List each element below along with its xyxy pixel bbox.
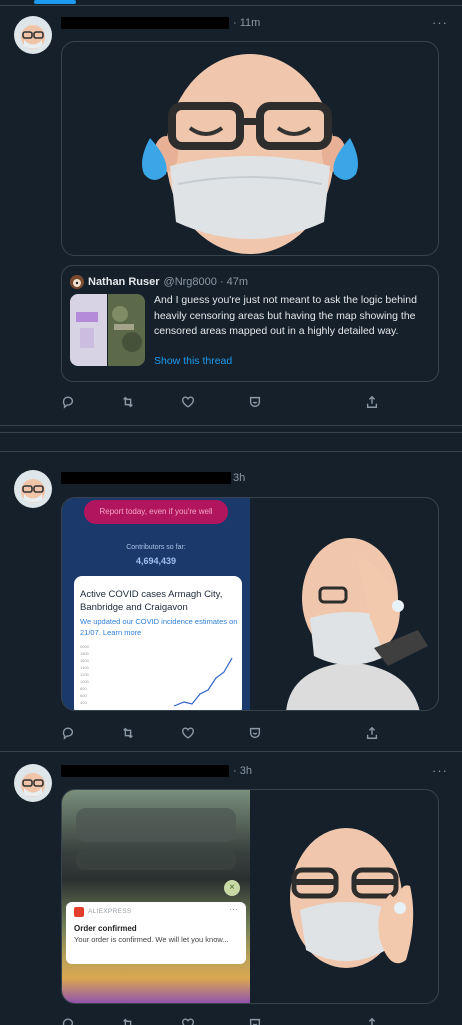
- notification-body: Your order is confirmed. We will let you…: [74, 935, 229, 944]
- share-button[interactable]: [365, 395, 381, 411]
- facepalm-memoji-icon: [286, 538, 428, 710]
- share-icon: [368, 1017, 376, 1025]
- tweet-media[interactable]: × ALIEXPRESS ··· Order confirmed Your or…: [61, 789, 439, 1004]
- reply-icon: [62, 1018, 74, 1025]
- avatar[interactable]: [14, 764, 52, 802]
- memoji-avatar-icon: [21, 25, 45, 49]
- reply-icon: [62, 396, 74, 409]
- reply-icon: [62, 727, 74, 740]
- like-button[interactable]: [181, 395, 197, 411]
- shield-smile-icon: [249, 727, 261, 739]
- tweet-media[interactable]: [61, 41, 439, 256]
- like-button[interactable]: [181, 726, 197, 742]
- quote-avatar[interactable]: [70, 275, 84, 289]
- memoji-avatar-icon: [21, 773, 45, 797]
- retweet-button[interactable]: [121, 726, 137, 742]
- crying-memoji-icon: [142, 54, 358, 254]
- tweet-actions: [61, 726, 381, 742]
- heart-icon: [182, 1018, 194, 1025]
- blurred-content: [76, 850, 236, 870]
- retweet-button[interactable]: [121, 395, 137, 411]
- quote-author-handle: @Nrg8000 · 47m: [163, 276, 249, 288]
- reply-button[interactable]: [61, 726, 77, 742]
- reaction-button[interactable]: [248, 395, 264, 411]
- heart-icon: [182, 396, 194, 408]
- tweet-time[interactable]: 3h: [233, 472, 245, 484]
- quote-media-thumbnail[interactable]: [70, 294, 145, 366]
- chart-tick: 1200: [80, 672, 90, 677]
- notification-app-name: ALIEXPRESS: [88, 908, 132, 915]
- memoji-avatar-icon: [21, 479, 45, 503]
- blurred-content: [76, 808, 236, 842]
- report-today-button[interactable]: Report today, even if you're well: [84, 500, 228, 524]
- tweet-1[interactable]: · 11m ··· Nathan Ruser @Nrg8000 · 47m An…: [0, 6, 462, 426]
- tweet-header: · 11m ···: [61, 14, 448, 32]
- tweet-time[interactable]: · 3h: [233, 765, 252, 777]
- redacted-name: [61, 472, 231, 484]
- tweet-header: · 3h ···: [61, 762, 448, 780]
- redacted-name: [61, 17, 229, 29]
- more-options-icon[interactable]: ···: [432, 764, 448, 777]
- show-thread-link[interactable]: Show this thread: [154, 355, 232, 367]
- quoted-tweet[interactable]: Nathan Ruser @Nrg8000 · 47m And I guess …: [61, 265, 439, 382]
- tweet-actions: [61, 395, 381, 411]
- share-button[interactable]: [365, 726, 381, 742]
- tweet-header: 3h: [61, 469, 448, 487]
- avatar[interactable]: [14, 470, 52, 508]
- aliexpress-logo-icon: [74, 907, 84, 917]
- reply-button[interactable]: [61, 395, 77, 411]
- covid-card-note[interactable]: We updated our COVID incidence estimates…: [80, 616, 240, 638]
- heart-icon: [182, 727, 194, 739]
- tweet-3[interactable]: · 3h ··· × ALIEXPRESS ··· Order confirme…: [0, 752, 462, 1025]
- chart-tick: 1400: [80, 665, 90, 670]
- contributors-count: 4,694,439: [135, 556, 177, 566]
- chart-tick: 1000: [80, 679, 90, 684]
- tweet-actions: [61, 1017, 381, 1025]
- chart-tick: 1600: [80, 658, 90, 663]
- retweet-button[interactable]: [121, 1017, 137, 1025]
- reaction-button[interactable]: [248, 1017, 264, 1025]
- quote-header: Nathan Ruser @Nrg8000 · 47m: [70, 275, 248, 289]
- retweet-icon: [123, 396, 133, 408]
- tweet-time[interactable]: · 11m: [233, 17, 260, 29]
- dog-avatar-icon: [70, 275, 84, 289]
- covid-card: Active COVID cases Armagh City, Banbridg…: [74, 576, 242, 710]
- trend-line: [173, 657, 233, 707]
- tweet-2[interactable]: 3h Report today, even if you're well Con…: [0, 460, 462, 752]
- notification-title: Order confirmed: [74, 924, 137, 933]
- share-icon: [366, 726, 378, 739]
- active-tab-indicator: [34, 0, 76, 4]
- reaction-button[interactable]: [248, 726, 264, 742]
- chart-tick: 600: [80, 693, 87, 698]
- aliexpress-screenshot[interactable]: × ALIEXPRESS ··· Order confirmed Your or…: [62, 790, 250, 1003]
- avatar[interactable]: [14, 16, 52, 54]
- quote-author-name[interactable]: Nathan Ruser: [88, 276, 160, 288]
- share-button[interactable]: [365, 1017, 381, 1025]
- tweet-media[interactable]: Report today, even if you're well Contri…: [61, 497, 439, 711]
- retweet-icon: [123, 727, 133, 739]
- more-options-icon[interactable]: ···: [432, 16, 448, 29]
- covid-card-title: Active COVID cases Armagh City, Banbridg…: [80, 589, 223, 613]
- shield-smile-icon: [249, 396, 261, 408]
- redacted-name: [61, 765, 229, 777]
- map-thumbnail-icon: [70, 294, 145, 366]
- reply-button[interactable]: [61, 1017, 77, 1025]
- notification-more-icon[interactable]: ···: [229, 904, 238, 914]
- close-icon[interactable]: ×: [224, 880, 240, 896]
- quote-text: And I guess you're just not meant to ask…: [154, 294, 417, 337]
- chart-tick: 2000: [80, 644, 90, 649]
- covid-app-screenshot[interactable]: Report today, even if you're well Contri…: [62, 498, 250, 710]
- chart-tick: 800: [80, 686, 87, 691]
- fingers-crossed-memoji-icon: [290, 828, 414, 968]
- order-notification[interactable]: ALIEXPRESS ··· Order confirmed Your orde…: [66, 902, 246, 964]
- chart-tick: 400: [80, 700, 87, 705]
- chart-tick: 1800: [80, 651, 90, 656]
- shield-smile-icon: [249, 1018, 261, 1025]
- timeline-separator: [0, 432, 462, 452]
- retweet-icon: [123, 1018, 132, 1025]
- like-button[interactable]: [181, 1017, 197, 1025]
- contributors-label: Contributors so far:: [126, 544, 186, 551]
- share-icon: [366, 395, 378, 408]
- covid-line-chart: 2000 1800 1600 1400 1200 1000 800 600 40…: [80, 644, 233, 707]
